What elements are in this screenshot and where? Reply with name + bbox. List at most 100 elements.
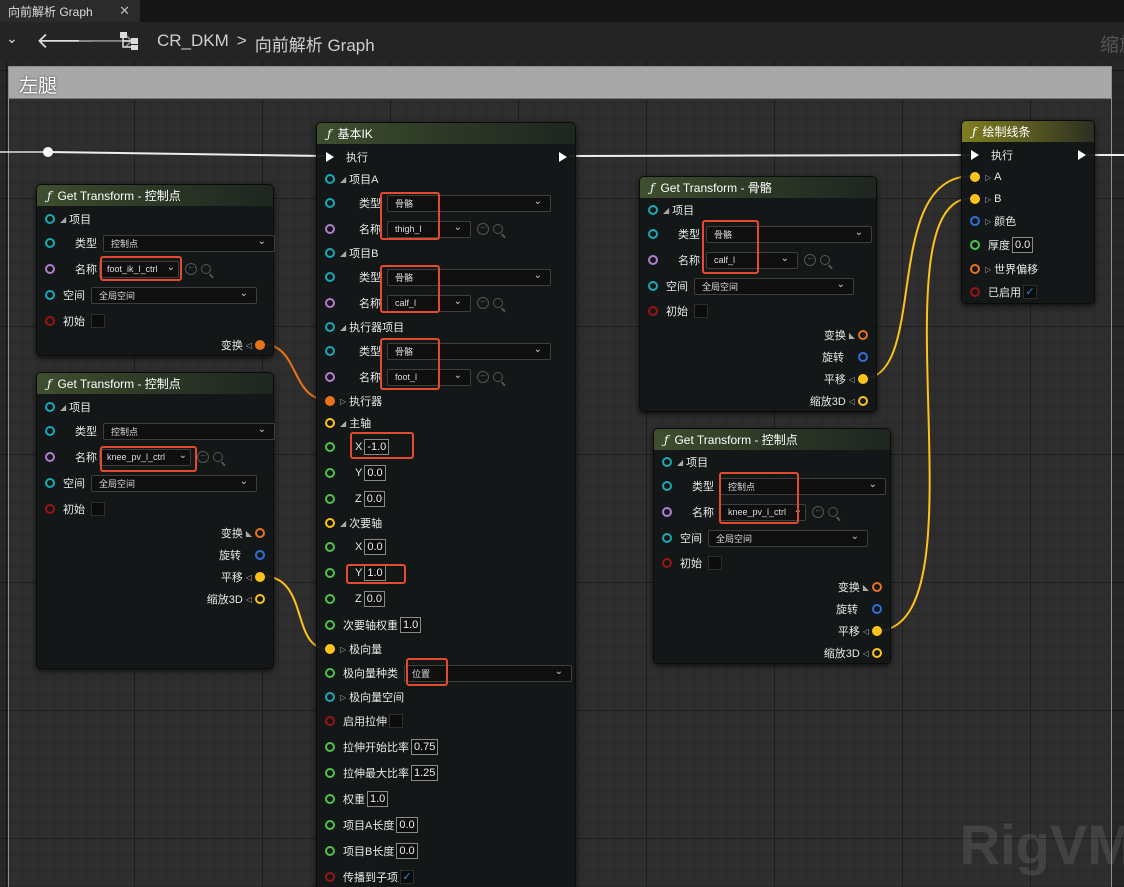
transform-pin[interactable] — [255, 528, 265, 538]
collapse-triangle-icon[interactable]: ◢ — [340, 249, 346, 258]
collapse-triangle-icon[interactable]: ◁ — [246, 341, 252, 350]
bool-pin[interactable] — [45, 504, 55, 514]
use-selected-arrow-icon[interactable] — [812, 504, 824, 518]
type-dropdown[interactable]: 控制点 ⌄ — [720, 477, 886, 495]
float-pin[interactable] — [325, 468, 335, 478]
collapse-triangle-icon[interactable]: ◢ — [340, 419, 346, 428]
node-header[interactable]: ƒ 基本IK — [317, 123, 575, 144]
space-dropdown[interactable]: 全局空间 ⌄ — [694, 277, 854, 295]
itemA-name-dropdown[interactable]: thigh_l ⌄ — [387, 220, 471, 238]
vector-pin[interactable] — [858, 374, 868, 384]
expand-triangle-icon[interactable]: ▷ — [340, 693, 346, 702]
enum-pin[interactable] — [325, 668, 335, 678]
vector-pin[interactable] — [872, 648, 882, 658]
node-header[interactable]: ƒ Get Transform - 控制点 — [37, 373, 273, 394]
vector-pin[interactable] — [970, 194, 980, 204]
transform-pin[interactable] — [970, 264, 980, 274]
name-pin[interactable] — [648, 255, 658, 265]
node-header[interactable]: ƒ Get Transform - 骨骼 — [640, 177, 876, 198]
basic-ik-node[interactable]: ƒ基本IK 执行 ◢项目A 类型骨骼⌄ 名称thigh_l⌄ ◢项目B 类型骨骼… — [316, 122, 576, 887]
name-dropdown[interactable]: calf_l ⌄ — [706, 251, 798, 269]
initial-checkbox[interactable] — [91, 502, 105, 516]
exec-out-pin[interactable] — [1078, 150, 1086, 160]
enum-pin[interactable] — [45, 426, 55, 436]
get-transform-node-knee-2[interactable]: ƒ Get Transform - 控制点 ◢ 项目 类型 控制点 ⌄ 名称 knee_p… — [653, 428, 891, 664]
exec-out-pin[interactable] — [559, 152, 567, 162]
primary-z-input[interactable]: 0.0 — [363, 491, 386, 507]
stretch-start-input[interactable]: 0.75 — [411, 739, 439, 755]
collapse-triangle-icon[interactable]: ◁ — [246, 573, 252, 582]
expand-triangle-icon[interactable]: ◣ — [863, 583, 869, 592]
float-pin[interactable] — [970, 240, 980, 250]
struct-pin[interactable] — [45, 214, 55, 224]
expand-triangle-icon[interactable]: ▷ — [985, 265, 991, 274]
transform-pin[interactable] — [858, 330, 868, 340]
struct-pin[interactable] — [325, 322, 335, 332]
enum-pin[interactable] — [662, 481, 672, 491]
bool-pin[interactable] — [45, 316, 55, 326]
transform-pin[interactable] — [872, 582, 882, 592]
itemA-type-dropdown[interactable]: 骨骼 ⌄ — [387, 194, 551, 212]
search-icon[interactable] — [828, 507, 838, 517]
node-header[interactable]: ƒ Get Transform - 控制点 — [654, 429, 890, 450]
collapse-triangle-icon[interactable]: ◁ — [849, 375, 855, 384]
float-pin[interactable] — [325, 768, 335, 778]
enum-pin[interactable] — [648, 281, 658, 291]
expand-triangle-icon[interactable]: ◣ — [849, 331, 855, 340]
use-selected-arrow-icon[interactable] — [477, 221, 489, 235]
space-dropdown[interactable]: 全局空间 ⌄ — [91, 474, 257, 492]
enum-pin[interactable] — [325, 272, 335, 282]
get-transform-node-calf[interactable]: ƒ Get Transform - 骨骼 ◢ 项目 类型 骨骼 ⌄ 名称 calf_l ⌄ … — [639, 176, 877, 412]
struct-pin[interactable] — [325, 174, 335, 184]
initial-checkbox[interactable] — [694, 304, 708, 318]
breadcrumb-item-asset[interactable]: CR_DKM — [157, 31, 229, 56]
itemB-length-input[interactable]: 0.0 — [396, 843, 418, 859]
expand-triangle-icon[interactable]: ▷ — [340, 645, 346, 654]
name-dropdown[interactable]: knee_pv_l_ctrl ⌄ — [99, 448, 191, 466]
rotator-pin[interactable] — [255, 550, 265, 560]
enum-pin[interactable] — [45, 238, 55, 248]
transform-pin[interactable] — [325, 396, 335, 406]
hierarchy-icon[interactable] — [119, 31, 141, 56]
effector-name-dropdown[interactable]: foot_l ⌄ — [387, 368, 471, 386]
enum-pin[interactable] — [662, 533, 672, 543]
name-pin[interactable] — [662, 507, 672, 517]
search-icon[interactable] — [820, 255, 830, 265]
collapse-triangle-icon[interactable]: ◢ — [340, 323, 346, 332]
use-selected-arrow-icon[interactable] — [477, 369, 489, 383]
name-pin[interactable] — [325, 372, 335, 382]
collapse-triangle-icon[interactable]: ◢ — [60, 403, 66, 412]
graph-canvas[interactable]: 左腿 ƒ Get Transform - 控制点 ◢ 项目 类型 控制点 ⌄ 名称 foo… — [0, 60, 1124, 887]
use-selected-arrow-icon[interactable] — [804, 252, 816, 266]
expand-triangle-icon[interactable]: ▷ — [985, 195, 991, 204]
use-selected-arrow-icon[interactable] — [477, 295, 489, 309]
enabled-checkbox[interactable]: ✓ — [1023, 285, 1037, 299]
secondary-x-input[interactable]: 0.0 — [364, 539, 386, 555]
search-icon[interactable] — [201, 264, 211, 274]
enum-pin[interactable] — [325, 198, 335, 208]
use-selected-arrow-icon[interactable] — [197, 449, 209, 463]
initial-checkbox[interactable] — [91, 314, 105, 328]
vector-pin[interactable] — [325, 418, 335, 428]
exec-in-pin[interactable] — [326, 152, 334, 162]
get-transform-node-foot[interactable]: ƒ Get Transform - 控制点 ◢ 项目 类型 控制点 ⌄ 名称 foot_i… — [36, 184, 275, 356]
bool-pin[interactable] — [325, 716, 335, 726]
float-pin[interactable] — [325, 742, 335, 752]
collapse-triangle-icon[interactable]: ◢ — [663, 206, 669, 215]
collapse-triangle-icon[interactable]: ◁ — [246, 595, 252, 604]
node-header[interactable]: ƒ Get Transform - 控制点 — [37, 185, 273, 206]
float-pin[interactable] — [325, 568, 335, 578]
search-icon[interactable] — [493, 224, 503, 234]
itemB-type-dropdown[interactable]: 骨骼 ⌄ — [387, 268, 551, 286]
itemB-name-dropdown[interactable]: calf_l ⌄ — [387, 294, 471, 312]
vector-pin[interactable] — [255, 594, 265, 604]
graph-tab[interactable]: 向前解析 Graph ✕ — [0, 0, 140, 22]
node-header[interactable]: ƒ 绘制线条 — [962, 121, 1094, 142]
secondary-z-input[interactable]: 0.0 — [363, 591, 386, 607]
expand-triangle-icon[interactable]: ▷ — [985, 173, 991, 182]
vector-pin[interactable] — [325, 518, 335, 528]
vector-pin[interactable] — [872, 626, 882, 636]
float-pin[interactable] — [325, 494, 335, 504]
float-pin[interactable] — [325, 442, 335, 452]
collapse-triangle-icon[interactable]: ◁ — [863, 649, 869, 658]
